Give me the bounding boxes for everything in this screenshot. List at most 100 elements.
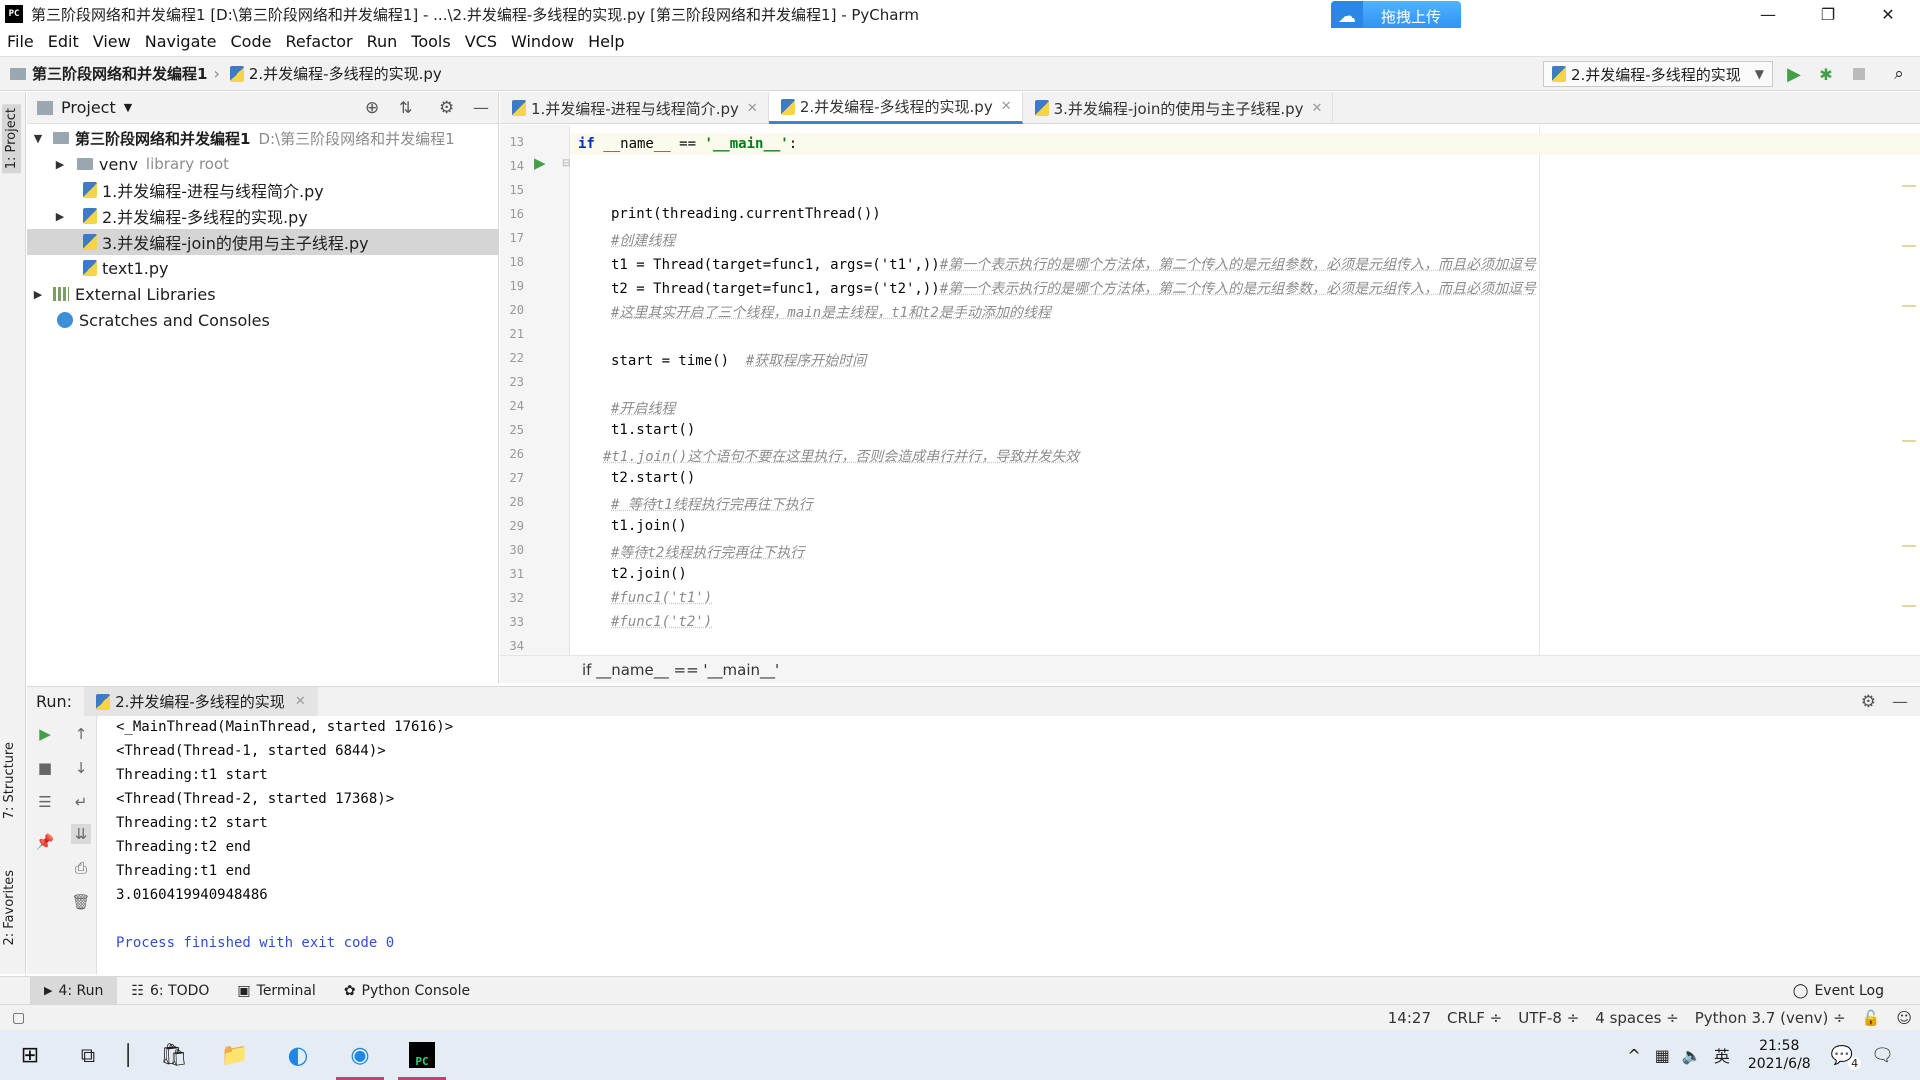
tree-item-scratches[interactable]: Scratches and Consoles: [27, 307, 499, 333]
menu-refactor[interactable]: Refactor: [278, 32, 359, 51]
lock-icon[interactable]: 🔓: [1862, 1009, 1881, 1027]
tree-item-file-1[interactable]: 1.并发编程-进程与线程简介.py: [27, 177, 499, 203]
rerun-icon[interactable]: ▶: [35, 724, 55, 744]
start-windows-icon[interactable]: ⊞: [2, 1030, 58, 1080]
menu-edit[interactable]: Edit: [41, 32, 86, 51]
breadcrumb-project[interactable]: 第三阶段网络和并发编程1: [10, 63, 207, 84]
code-comment: #获取程序开始时间: [745, 353, 867, 369]
close-icon[interactable]: ✕: [1312, 101, 1323, 116]
project-panel-title[interactable]: Project: [61, 98, 116, 117]
tree-item-root[interactable]: ▼ 第三阶段网络和并发编程1 D:\第三阶段网络和并发编程1: [27, 125, 499, 151]
edge-browser-icon[interactable]: ◐: [270, 1030, 326, 1080]
stop-icon[interactable]: ■: [35, 758, 55, 778]
editor-breadcrumb[interactable]: if __name__ == '__main__': [500, 655, 1920, 683]
menu-code[interactable]: Code: [224, 32, 279, 51]
menu-window[interactable]: Window: [504, 32, 581, 51]
event-log-icon: ◯: [1792, 982, 1809, 999]
hide-panel-icon[interactable]: —: [1892, 692, 1908, 711]
minimize-button[interactable]: —: [1740, 0, 1796, 28]
network-icon[interactable]: ▦: [1655, 1046, 1670, 1065]
pin-icon[interactable]: 📌: [35, 832, 55, 852]
search-icon[interactable]: ⌕: [1888, 63, 1910, 85]
maximize-button[interactable]: ❐: [1800, 0, 1856, 28]
menu-help[interactable]: Help: [581, 32, 631, 51]
tool-tab-run[interactable]: ▶ 4: Run: [30, 976, 118, 1005]
scrollbar-marker[interactable]: [1902, 245, 1916, 247]
store-icon[interactable]: 🛍: [146, 1030, 202, 1080]
status-caret-position[interactable]: 14:27: [1388, 1009, 1431, 1027]
menu-run[interactable]: Run: [360, 32, 405, 51]
system-clock[interactable]: 21:58 2021/6/8: [1748, 1037, 1811, 1073]
pycharm-taskbar-icon[interactable]: PC: [394, 1030, 450, 1080]
tool-tab-terminal[interactable]: ▣ Terminal: [223, 977, 329, 1005]
status-line-separator[interactable]: CRLF ÷: [1447, 1009, 1502, 1027]
scroll-to-end-icon[interactable]: ⇊: [71, 824, 91, 844]
code-editor[interactable]: 13 14 15 16 17 18 19 20 21 22 23 24 25 2…: [500, 125, 1920, 655]
close-icon[interactable]: ✕: [747, 101, 758, 116]
menu-file[interactable]: File: [0, 32, 41, 51]
run-console[interactable]: <_MainThread(MainThread, started 17616)>…: [98, 716, 1920, 974]
close-window-button[interactable]: ✕: [1860, 0, 1916, 28]
menu-vcs[interactable]: VCS: [458, 32, 504, 51]
close-icon[interactable]: ✕: [1001, 99, 1012, 114]
project-tool-tab[interactable]: 1: Project: [2, 104, 21, 174]
tree-item-file-2[interactable]: ▶ 2.并发编程-多线程的实现.py: [27, 203, 499, 229]
stop-button[interactable]: [1848, 63, 1870, 85]
layout-icon[interactable]: ☰: [35, 792, 55, 812]
soft-wrap-icon[interactable]: ↵: [71, 792, 91, 812]
cloud-app-icon[interactable]: ◉: [332, 1030, 388, 1080]
scrollbar-marker[interactable]: [1902, 605, 1916, 607]
structure-tool-tab[interactable]: 7: Structure: [2, 742, 17, 819]
file-explorer-icon[interactable]: 📁: [207, 1030, 263, 1080]
tool-tab-todo[interactable]: ☷ 6: TODO: [117, 977, 223, 1005]
chevron-down-icon[interactable]: ▼: [124, 101, 132, 114]
fold-icon[interactable]: ⊟: [562, 158, 570, 169]
gear-icon[interactable]: ⚙: [1861, 692, 1876, 712]
inspector-icon[interactable]: ☺: [1896, 1009, 1912, 1027]
folder-icon: [53, 132, 69, 144]
menu-tools[interactable]: Tools: [404, 32, 457, 51]
chevron-up-icon[interactable]: ^: [1627, 1046, 1640, 1065]
trash-icon[interactable]: 🗑: [71, 892, 91, 912]
favorites-tool-tab[interactable]: 2: Favorites: [2, 870, 17, 946]
tab-file-1[interactable]: 1.并发编程-进程与线程简介.py ✕: [500, 92, 769, 124]
scrollbar-marker[interactable]: [1902, 185, 1916, 187]
scrollbar-marker[interactable]: [1902, 305, 1916, 307]
tree-item-file-3[interactable]: 3.并发编程-join的使用与主子线程.py: [27, 229, 499, 255]
tree-item-venv[interactable]: ▶ venv library root: [27, 151, 499, 177]
status-encoding[interactable]: UTF-8 ÷: [1518, 1009, 1579, 1027]
hide-panel-icon[interactable]: —: [473, 98, 489, 117]
status-indent[interactable]: 4 spaces ÷: [1595, 1009, 1678, 1027]
close-icon[interactable]: ✕: [295, 694, 306, 709]
input-method-indicator[interactable]: 英: [1714, 1043, 1730, 1067]
collapse-all-icon[interactable]: ⇅: [399, 98, 412, 117]
scroll-up-icon[interactable]: ↑: [71, 724, 91, 744]
scroll-down-icon[interactable]: ↓: [71, 758, 91, 778]
run-configuration-select[interactable]: 2.并发编程-多线程的实现 ▼: [1543, 61, 1773, 87]
run-button[interactable]: ▶: [1783, 63, 1805, 85]
tool-tab-event-log[interactable]: ◯ Event Log: [1779, 977, 1898, 1005]
run-tab[interactable]: 2.并发编程-多线程的实现 ✕: [84, 686, 318, 717]
tool-tab-python-console[interactable]: ✿ Python Console: [330, 977, 484, 1005]
status-interpreter[interactable]: Python 3.7 (venv) ÷: [1695, 1009, 1846, 1027]
scrollbar-marker[interactable]: [1902, 545, 1916, 547]
menu-view[interactable]: View: [86, 32, 138, 51]
action-center-icon[interactable]: 🗨: [1871, 1045, 1894, 1066]
chat-icon[interactable]: 💬 4: [1831, 1045, 1862, 1070]
volume-icon[interactable]: 🔈: [1682, 1046, 1702, 1065]
layout-toggle-icon[interactable]: ▢: [12, 1010, 25, 1026]
debug-bug-icon[interactable]: ✱: [1815, 63, 1837, 85]
chevron-down-icon: ▼: [1754, 67, 1764, 81]
menu-navigate[interactable]: Navigate: [138, 32, 224, 51]
tree-item-external-libraries[interactable]: ▶ External Libraries: [27, 281, 499, 307]
locate-target-icon[interactable]: ⊕: [365, 98, 379, 118]
gear-icon[interactable]: ⚙: [439, 98, 454, 118]
upload-button[interactable]: ☁ 拖拽上传: [1331, 1, 1461, 31]
run-gutter-icon[interactable]: ▶: [534, 154, 546, 172]
tab-file-3[interactable]: 3.并发编程-join的使用与主子线程.py ✕: [1023, 92, 1334, 124]
breadcrumb-file[interactable]: 2.并发编程-多线程的实现.py: [229, 63, 442, 84]
print-icon[interactable]: ⎙: [71, 858, 91, 878]
tree-item-file-4[interactable]: text1.py: [27, 255, 499, 281]
tab-file-2[interactable]: 2.并发编程-多线程的实现.py ✕: [768, 92, 1023, 124]
scrollbar-marker[interactable]: [1902, 440, 1916, 442]
